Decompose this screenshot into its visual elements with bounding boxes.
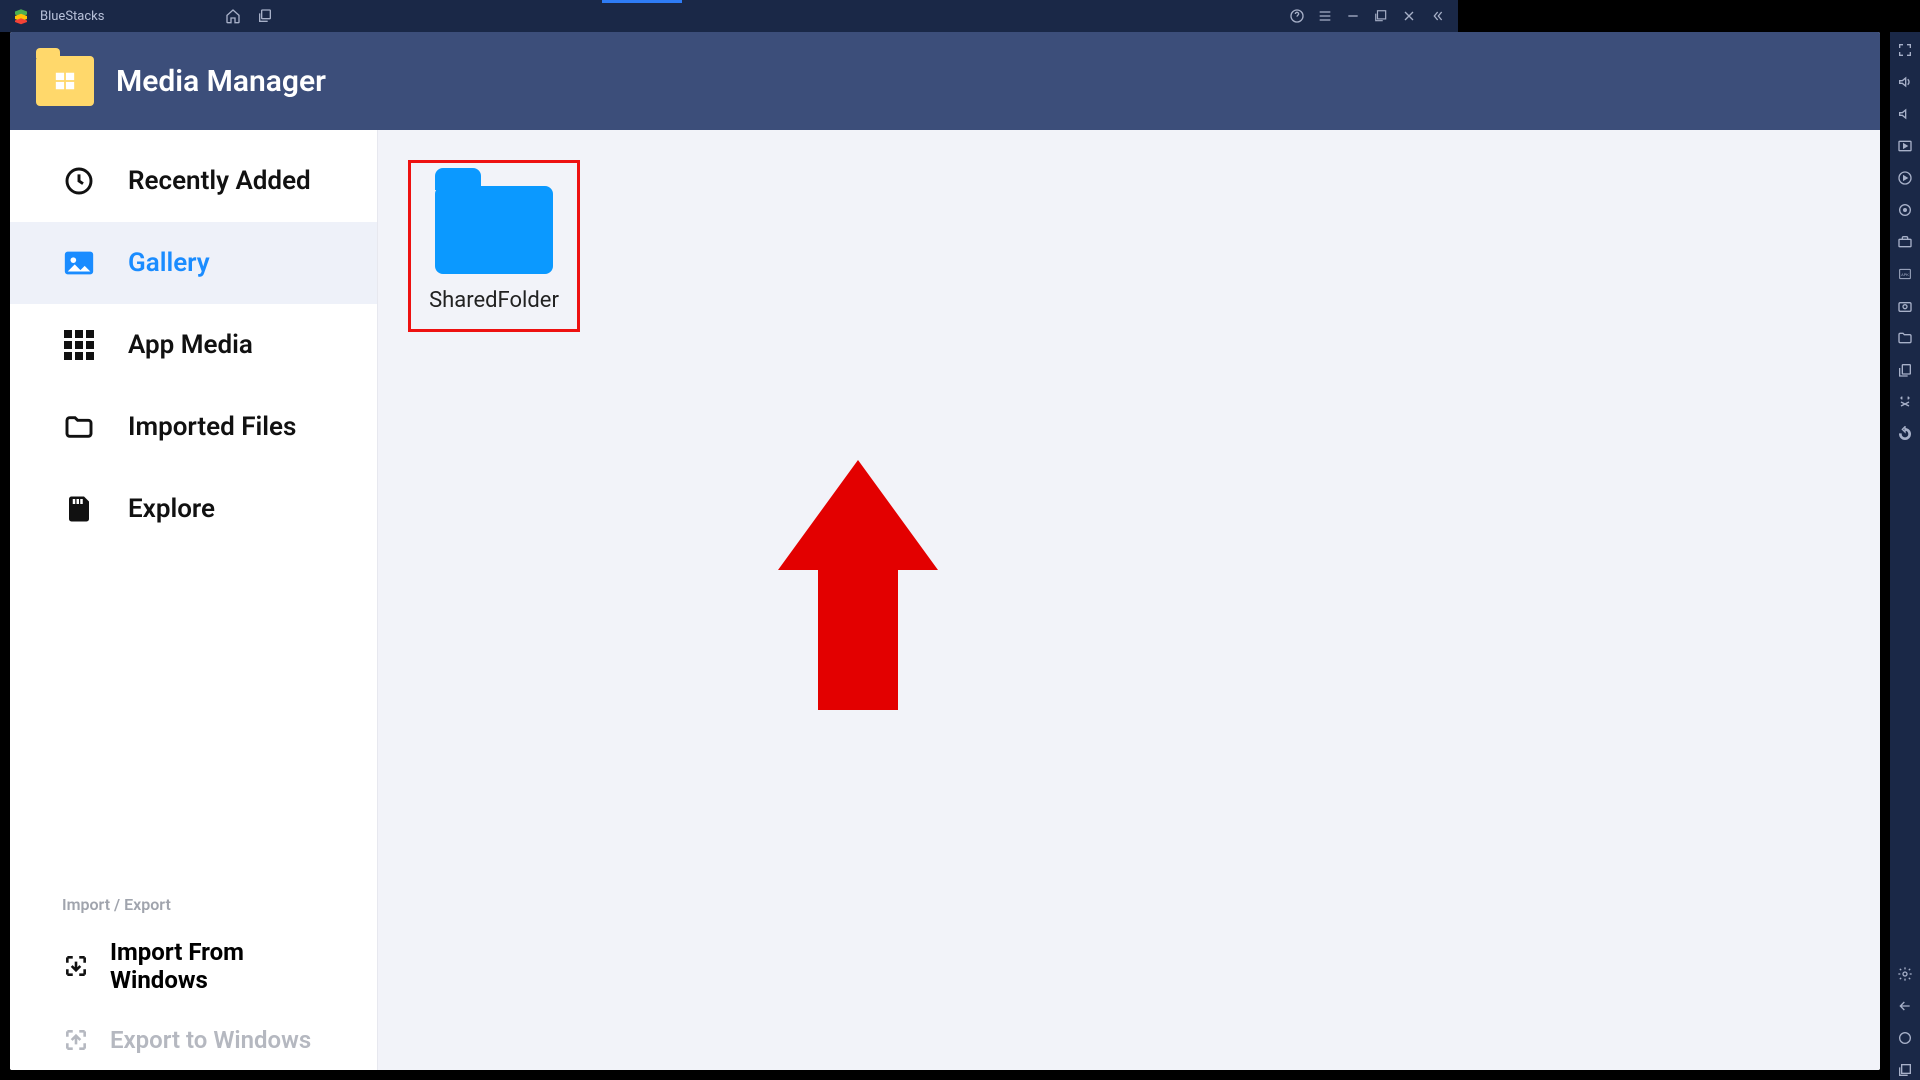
- app-name: BlueStacks: [40, 9, 104, 24]
- copy-icon[interactable]: [1895, 360, 1915, 380]
- play-box-icon[interactable]: [1895, 136, 1915, 156]
- sidebar-item-label: Gallery: [128, 248, 210, 278]
- rotate-icon[interactable]: [1895, 424, 1915, 444]
- toolbox-icon[interactable]: [1895, 232, 1915, 252]
- export-icon: [62, 1026, 90, 1054]
- home-icon[interactable]: [224, 7, 242, 25]
- screenshot-icon[interactable]: [1895, 296, 1915, 316]
- folder-icon: [435, 186, 553, 274]
- action-label: Export to Windows: [110, 1026, 311, 1054]
- sidebar: Recently Added Gallery App Media: [10, 130, 378, 1070]
- import-icon: [62, 952, 90, 980]
- app-header: Media Manager: [10, 32, 1880, 130]
- bluestacks-logo-icon: [12, 7, 30, 25]
- sidebar-item-label: Imported Files: [128, 412, 296, 442]
- sidebar-item-label: Recently Added: [128, 166, 311, 196]
- sd-card-icon: [62, 492, 96, 526]
- volume-down-icon[interactable]: [1895, 104, 1915, 124]
- folder-label: SharedFolder: [429, 288, 559, 313]
- maximize-icon[interactable]: [1372, 7, 1390, 25]
- page-title: Media Manager: [116, 64, 326, 99]
- location-icon[interactable]: [1895, 200, 1915, 220]
- sidebar-item-app-media[interactable]: App Media: [10, 304, 377, 386]
- folder-sharedfolder[interactable]: SharedFolder: [408, 160, 580, 332]
- right-toolbar: APK: [1890, 32, 1920, 1080]
- back-icon[interactable]: [1895, 996, 1915, 1016]
- fullscreen-icon[interactable]: [1895, 40, 1915, 60]
- menu-icon[interactable]: [1316, 7, 1334, 25]
- media-manager-folder-icon: [36, 56, 94, 106]
- sidebar-item-gallery[interactable]: Gallery: [10, 222, 377, 304]
- help-icon[interactable]: [1288, 7, 1306, 25]
- grid-icon: [62, 328, 96, 362]
- clock-icon: [62, 164, 96, 198]
- folder-outline-icon: [62, 410, 96, 444]
- apk-icon[interactable]: APK: [1895, 264, 1915, 284]
- multi-instance-icon[interactable]: [256, 7, 274, 25]
- svg-text:APK: APK: [1901, 272, 1909, 277]
- action-label: Import From Windows: [110, 938, 347, 994]
- recents-icon[interactable]: [1895, 1060, 1915, 1080]
- active-tab-indicator: [602, 0, 682, 3]
- window-titlebar: BlueStacks: [0, 0, 1458, 32]
- volume-up-icon[interactable]: [1895, 72, 1915, 92]
- minimize-icon[interactable]: [1344, 7, 1362, 25]
- sidebar-item-label: App Media: [128, 330, 253, 360]
- content-area: SharedFolder: [378, 130, 1880, 1070]
- image-icon: [62, 246, 96, 280]
- settings-icon[interactable]: [1895, 964, 1915, 984]
- sidebar-item-label: Explore: [128, 494, 215, 524]
- annotation-arrow-icon: [778, 460, 938, 710]
- import-from-windows-button[interactable]: Import From Windows: [10, 922, 377, 1010]
- play-circle-icon[interactable]: [1895, 168, 1915, 188]
- close-icon[interactable]: [1400, 7, 1418, 25]
- app-frame: Media Manager Recently Added Gallery: [0, 32, 1890, 1080]
- home-nav-icon[interactable]: [1895, 1028, 1915, 1048]
- sidebar-item-recently-added[interactable]: Recently Added: [10, 130, 377, 222]
- folder-icon[interactable]: [1895, 328, 1915, 348]
- shake-icon[interactable]: [1895, 392, 1915, 412]
- sidebar-item-explore[interactable]: Explore: [10, 468, 377, 550]
- collapse-sidebar-icon[interactable]: [1428, 7, 1446, 25]
- sidebar-section-label: Import / Export: [10, 895, 377, 922]
- export-to-windows-button[interactable]: Export to Windows: [10, 1010, 377, 1070]
- sidebar-item-imported-files[interactable]: Imported Files: [10, 386, 377, 468]
